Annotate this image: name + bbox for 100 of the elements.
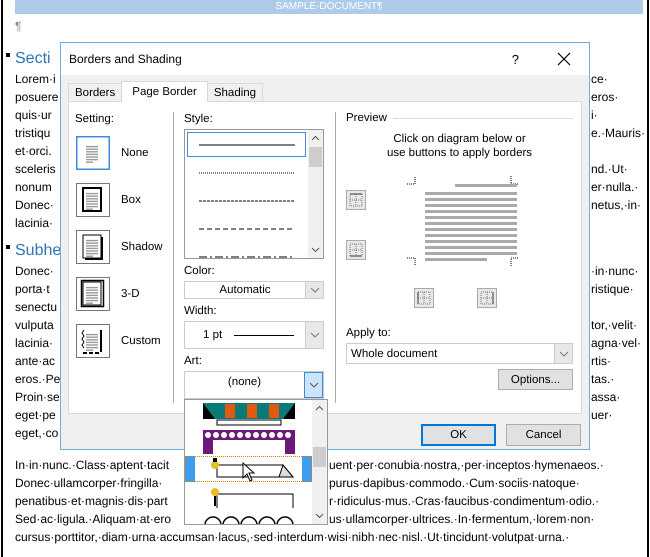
border-toggle-button[interactable] xyxy=(477,288,497,308)
body-text: lacinia· xyxy=(15,335,54,352)
border-toggle-button[interactable] xyxy=(346,240,366,260)
border-art-icon xyxy=(202,403,294,427)
body-text: Proin·se xyxy=(15,389,60,406)
art-dropdown[interactable]: (none) xyxy=(184,371,324,399)
close-icon[interactable] xyxy=(557,52,571,66)
width-dropdown[interactable]: 1 pt xyxy=(184,321,324,349)
body-text: eget,·co xyxy=(15,425,58,442)
body-text: ante·ac xyxy=(15,353,56,370)
body-text: quis·ur xyxy=(15,107,52,124)
section-heading: Subhe xyxy=(15,241,62,261)
chevron-down-icon xyxy=(558,350,568,356)
border-toggle-button[interactable] xyxy=(414,288,434,308)
body-text: r·ridiculus·mus.·Cras·faucibus·condimentum·odio.· xyxy=(329,493,600,510)
line-sample-icon xyxy=(234,334,294,336)
body-text: senectu xyxy=(15,299,58,316)
body-text: agna·vel· xyxy=(591,335,642,352)
line-sample-icon xyxy=(198,226,294,230)
document-title: SAMPLE·DOCUMENT¶ xyxy=(275,1,383,13)
setting-option-label[interactable]: Box xyxy=(121,194,141,206)
preview-label: Preview xyxy=(346,112,387,124)
line-style-option[interactable] xyxy=(187,132,306,157)
body-text: posuere xyxy=(15,89,58,106)
chevron-down-icon xyxy=(308,382,318,388)
window-title: Borders and Shading xyxy=(69,52,183,66)
tab[interactable]: Page Border xyxy=(121,81,208,102)
page-setting-icon[interactable] xyxy=(76,230,110,264)
body-text: eros· xyxy=(591,89,618,106)
body-text: er·nulla.· xyxy=(591,179,638,196)
scroll-down-icon[interactable] xyxy=(315,513,324,519)
body-text: purus·dapibus·commodo.·Cum·sociis·natoque· xyxy=(329,475,580,492)
body-text: cursus·porttitor,·diam·urna·accumsan·lacus,·sed·interdum·wisi·nibh·nec·nisl.·Ut·tincidunt·volutpat·urna.· xyxy=(15,530,570,544)
body-text: e.·Mauris· xyxy=(591,125,646,142)
scroll-thumb[interactable] xyxy=(309,147,322,167)
body-text: uent·per·conubia·nostra,·per·inceptos·hymenaeos.· xyxy=(329,457,604,474)
body-text: Donec·ullamcorper·fringilla· xyxy=(15,475,162,492)
scroll-down-icon[interactable] xyxy=(311,247,320,253)
body-text: vulputa xyxy=(15,317,54,334)
setting-option-label[interactable]: 3-D xyxy=(121,288,140,300)
style-label: Style: xyxy=(184,112,214,126)
body-text: ·in·nunc· xyxy=(591,263,638,280)
body-text: netus,·in· xyxy=(591,197,642,214)
setting-option-label[interactable]: None xyxy=(121,146,148,158)
scroll-up-icon[interactable] xyxy=(315,405,324,411)
line-sample-icon xyxy=(198,254,294,258)
line-sample-icon xyxy=(198,198,294,202)
scrollbar[interactable] xyxy=(312,400,327,524)
body-text: ce· xyxy=(591,71,608,88)
body-text: ristique· xyxy=(591,281,634,298)
body-text: lacinia· xyxy=(15,215,54,232)
body-text: Lorem·i xyxy=(15,71,56,88)
chevron-down-icon xyxy=(310,287,320,293)
tab[interactable]: Shading xyxy=(206,83,264,101)
body-text: rtis· xyxy=(591,353,611,370)
setting-option-label[interactable]: Shadow xyxy=(121,240,163,252)
body-text: eget·pe xyxy=(15,407,56,424)
body-text: uer· xyxy=(591,407,612,424)
page-setting-icon[interactable] xyxy=(76,276,110,310)
line-sample-icon xyxy=(198,142,294,146)
body-text: i· xyxy=(591,107,598,124)
scroll-thumb[interactable] xyxy=(313,447,326,467)
page-setting-icon[interactable] xyxy=(76,182,110,216)
body-text: tas.· xyxy=(591,371,614,388)
body-text: eros.·Pe xyxy=(15,371,60,388)
bullet-icon xyxy=(6,245,10,249)
ok-button[interactable]: OK xyxy=(421,424,496,446)
body-text: Donec· xyxy=(15,197,54,214)
scroll-up-icon[interactable] xyxy=(311,135,320,141)
preview-instructions: Click on diagram below or use buttons to apply borders xyxy=(386,132,534,160)
body-text: nonum xyxy=(15,179,52,196)
options-button[interactable]: Options... xyxy=(498,369,573,390)
width-label: Width: xyxy=(184,304,218,318)
cancel-button[interactable]: Cancel xyxy=(506,424,581,446)
border-toggle-button[interactable] xyxy=(346,190,366,210)
color-label: Color: xyxy=(184,264,216,278)
tab[interactable]: Borders xyxy=(68,83,122,101)
mouse-pointer-icon xyxy=(242,462,256,482)
body-text: penatibus·et·magnis·dis·part xyxy=(15,493,168,510)
border-art-icon xyxy=(202,430,294,454)
setting-label: Setting: xyxy=(75,112,115,126)
help-button[interactable]: ? xyxy=(508,52,523,66)
border-art-option[interactable] xyxy=(185,456,312,482)
body-text: us·ullamcorper·ultrices.·In·fermentum,·lorem·non· xyxy=(329,511,594,528)
setting-option-label[interactable]: Custom xyxy=(121,334,161,346)
apply-to-label: Apply to: xyxy=(346,326,392,340)
section-heading: Secti xyxy=(15,49,51,69)
page-setting-icon[interactable] xyxy=(76,324,110,358)
color-dropdown[interactable]: Automatic xyxy=(184,281,324,299)
line-sample-icon xyxy=(198,170,294,174)
body-text: Sed·ac·ligula.·Aliquam·at·ero xyxy=(15,511,172,528)
body-text: nd.·Ut· xyxy=(591,161,628,178)
apply-to-dropdown[interactable]: Whole document xyxy=(346,343,573,364)
body-text: tor,·velit· xyxy=(591,317,638,334)
bullet-icon xyxy=(6,53,10,57)
art-label: Art: xyxy=(184,354,203,368)
scrollbar[interactable] xyxy=(308,130,323,258)
body-text: porta·t xyxy=(15,281,50,298)
chevron-down-icon xyxy=(310,332,320,338)
paragraph-mark: ¶ xyxy=(14,18,22,34)
